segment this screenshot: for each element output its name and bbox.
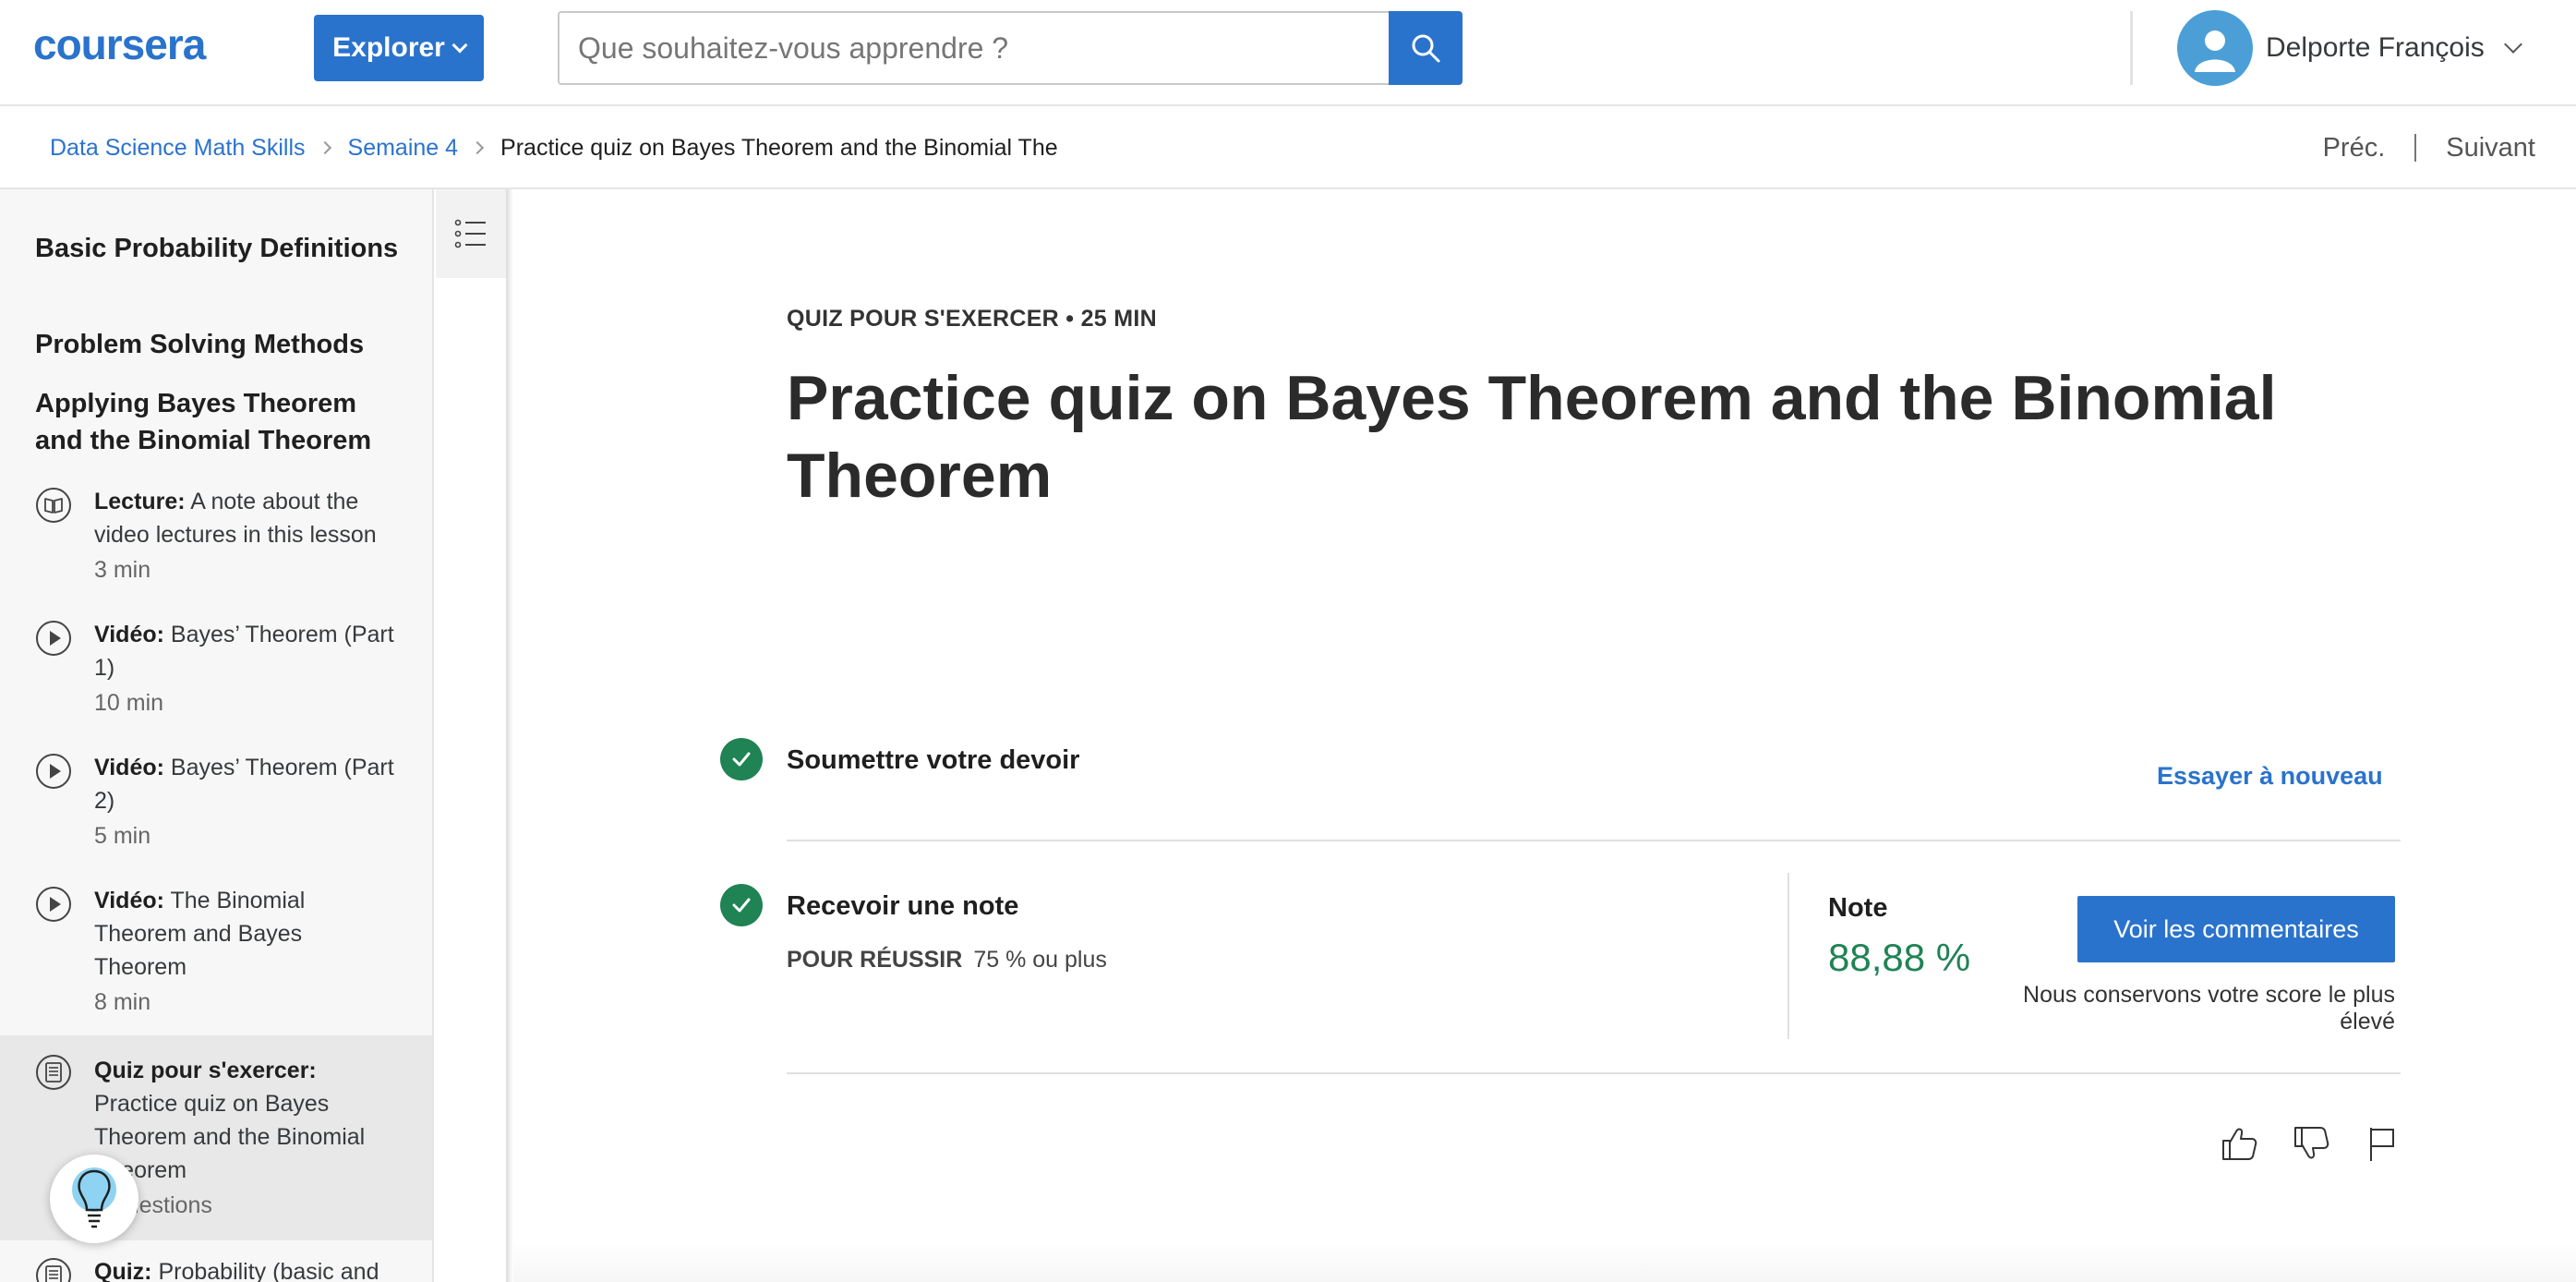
quiz-icon: [36, 1258, 71, 1282]
flag-icon[interactable]: [2360, 1122, 2402, 1165]
play-icon: [36, 754, 71, 789]
sidebar-section-bayes-binomial[interactable]: Applying Bayes Theorem and the Binomial …: [35, 385, 404, 459]
item-type: Quiz pour s'exercer:: [94, 1058, 317, 1083]
item-type: Vidéo:: [94, 755, 164, 780]
item-type: Vidéo:: [94, 888, 164, 913]
bottom-fade: [513, 1242, 2576, 1282]
play-icon: [36, 621, 71, 656]
item-duration: 5 min: [94, 823, 151, 849]
breadcrumb-current: Practice quiz on Bayes Theorem and the B…: [500, 134, 1058, 161]
breadcrumb-course-link[interactable]: Data Science Math Skills: [50, 135, 306, 162]
pass-value: 75 % ou plus: [973, 947, 1107, 973]
search-bar: [558, 11, 1463, 85]
sidebar-item-video-binomial[interactable]: Vidéo: The Binomial Theorem and Bayes Th…: [0, 865, 432, 1028]
item-title: Practice quiz on Bayes Theorem and the B…: [94, 1091, 366, 1183]
explore-label: Explorer: [332, 32, 445, 63]
item-type: Lecture:: [94, 489, 186, 514]
sidebar-toggle-button[interactable]: [436, 189, 506, 278]
item-title: Probability (basic and: [158, 1259, 379, 1282]
breadcrumb: Data Science Math Skills Semaine 4 Pract…: [50, 106, 1058, 189]
lightbulb-icon: [72, 1167, 116, 1228]
coursera-logo[interactable]: coursera: [33, 24, 273, 65]
play-icon: [36, 887, 71, 922]
next-link[interactable]: Suivant: [2446, 133, 2535, 163]
sidebar-item-video-bayes-2[interactable]: Vidéo: Bayes’ Theorem (Part 2) 5 min: [0, 732, 432, 862]
sidebar-item-quiz-probability[interactable]: Quiz: Probability (basic and: [0, 1240, 432, 1282]
view-comments-button[interactable]: Voir les commentaires: [2077, 896, 2395, 962]
breadcrumb-bar: Data Science Math Skills Semaine 4 Pract…: [0, 106, 2576, 189]
divider: [787, 840, 2401, 841]
search-input[interactable]: [558, 11, 1389, 85]
retry-link[interactable]: Essayer à nouveau: [2157, 762, 2383, 791]
previous-link[interactable]: Préc.: [2323, 133, 2386, 163]
sidebar-item-label: Vidéo: The Binomial Theorem and Bayes Th…: [94, 884, 399, 984]
user-menu[interactable]: Delporte François: [2177, 9, 2522, 87]
sidebar-item-label: Vidéo: Bayes’ Theorem (Part 2): [94, 751, 399, 817]
book-icon: [36, 488, 71, 523]
grade-divider: [1788, 873, 1789, 1039]
thumbs-down-icon[interactable]: [2290, 1122, 2332, 1165]
sidebar-item-lecture-note[interactable]: Lecture: A note about the video lectures…: [0, 466, 432, 596]
user-name: Delporte François: [2266, 32, 2485, 63]
sidebar-section-problem-solving[interactable]: Problem Solving Methods: [35, 326, 404, 363]
thumbs-up-icon[interactable]: [2218, 1122, 2260, 1165]
logo-text: coursera: [33, 24, 207, 65]
prev-next-nav: Préc. Suivant: [2323, 106, 2535, 189]
course-sidebar: Basic Probability Definitions Problem So…: [0, 189, 434, 1282]
list-icon: [454, 219, 486, 248]
checkmark-glyph: [732, 898, 751, 913]
header-divider: [2130, 11, 2133, 85]
pass-caption: POUR RÉUSSIR: [787, 947, 963, 973]
sidebar-item-video-bayes-1[interactable]: Vidéo: Bayes’ Theorem (Part 1) 10 min: [0, 599, 432, 729]
sidebar-section-basic-probability[interactable]: Basic Probability Definitions: [35, 230, 404, 267]
page-title: Practice quiz on Bayes Theorem and the B…: [787, 363, 2277, 511]
submit-step-label: Soumettre votre devoir: [787, 745, 1080, 775]
chevron-right-icon: [318, 140, 331, 155]
hint-lightbulb-button[interactable]: [50, 1155, 138, 1243]
item-kicker: QUIZ POUR S'EXERCER • 25 MIN: [787, 306, 1157, 332]
item-duration: 10 min: [94, 690, 164, 716]
check-icon: [720, 884, 763, 926]
pass-requirement: POUR RÉUSSIR 75 % ou plus: [787, 947, 1107, 974]
chevron-down-icon: [2503, 35, 2522, 54]
item-type: Quiz:: [94, 1259, 152, 1282]
sidebar-item-label: Quiz: Probability (basic and: [94, 1255, 399, 1282]
item-type: Vidéo:: [94, 622, 164, 647]
avatar: [2177, 10, 2253, 86]
item-duration: 3 min: [94, 557, 151, 583]
keep-highest-score-note: Nous conservons votre score le plus élev…: [2023, 982, 2395, 1034]
nav-divider: [2414, 134, 2417, 162]
logo-wordmark: coursera: [33, 24, 208, 65]
grade-step-label: Recevoir une note: [787, 891, 1019, 921]
divider: [787, 1072, 2401, 1074]
chevron-right-icon: [470, 140, 485, 155]
check-icon: [720, 738, 763, 780]
checkmark-glyph: [732, 752, 751, 767]
sidebar-toggle-column: [434, 189, 508, 1282]
search-button[interactable]: [1389, 11, 1463, 85]
item-duration: 8 min: [94, 989, 151, 1015]
top-header: coursera Explorer Delporte François: [0, 0, 2576, 106]
sidebar-item-label: Quiz pour s'exercer: Practice quiz on Bay…: [94, 1054, 399, 1187]
main-content: QUIZ POUR S'EXERCER • 25 MIN Practice qu…: [513, 189, 2576, 1282]
sidebar-item-label: Vidéo: Bayes’ Theorem (Part 1): [94, 618, 399, 684]
grade-label: Note: [1828, 893, 1888, 923]
quiz-icon: [36, 1055, 71, 1090]
chevron-down-icon: [451, 37, 468, 54]
explore-button[interactable]: Explorer: [314, 15, 484, 81]
breadcrumb-week-link[interactable]: Semaine 4: [348, 135, 459, 162]
user-icon: [2195, 30, 2235, 72]
sidebar-item-label: Lecture: A note about the video lectures…: [94, 485, 399, 551]
search-icon: [1412, 34, 1440, 63]
grade-value: 88,88 %: [1828, 936, 1971, 979]
